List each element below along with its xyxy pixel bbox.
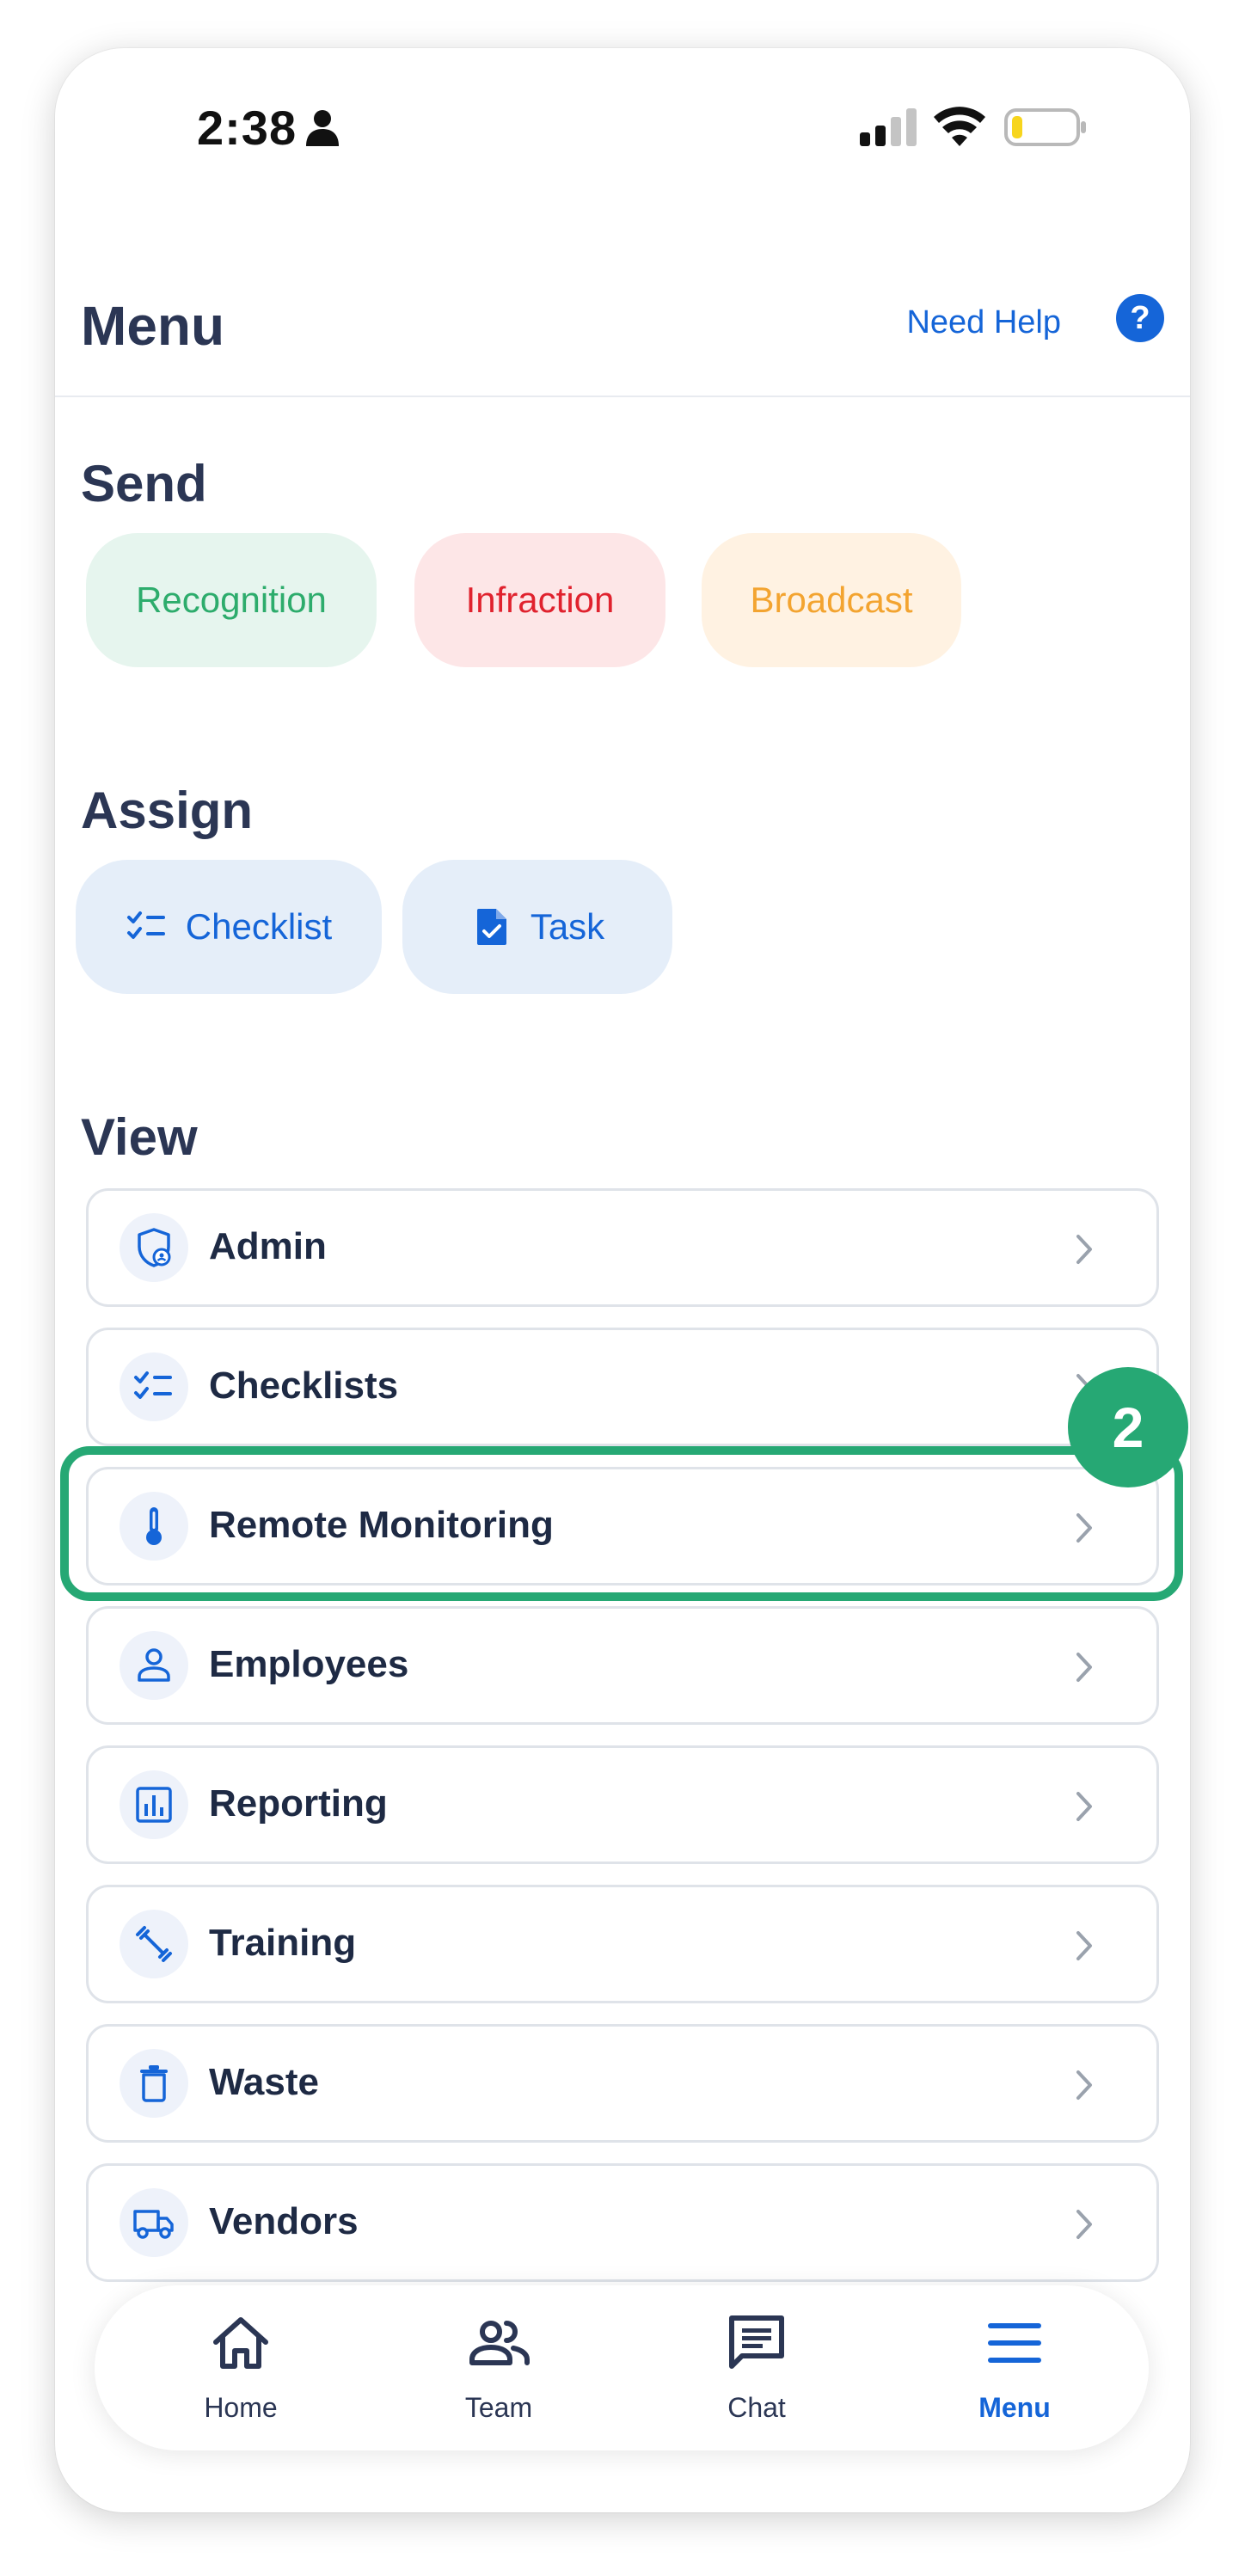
list-item-label: Checklists bbox=[209, 1365, 399, 1407]
checklist-icon bbox=[120, 1352, 188, 1421]
list-item-label: Employees bbox=[209, 1643, 409, 1685]
task-document-icon bbox=[476, 909, 506, 945]
chevron-right-icon bbox=[1076, 1235, 1092, 1264]
chat-icon bbox=[729, 2315, 784, 2369]
remote-monitoring-highlight bbox=[60, 1446, 1183, 1601]
dumbbell-icon bbox=[120, 1910, 188, 1978]
list-item-label: Waste bbox=[209, 2061, 319, 2103]
checklist-button[interactable]: Checklist bbox=[76, 860, 382, 994]
truck-icon bbox=[120, 2188, 188, 2257]
bottom-nav: Home Team Chat Menu bbox=[95, 2285, 1149, 2450]
team-icon bbox=[469, 2321, 530, 2365]
nav-team[interactable]: Team bbox=[387, 2285, 610, 2450]
broadcast-label: Broadcast bbox=[750, 580, 913, 620]
person-icon bbox=[120, 1631, 188, 1700]
menu-icon bbox=[988, 2323, 1041, 2363]
section-title-send: Send bbox=[81, 455, 207, 512]
list-item-admin[interactable]: Admin bbox=[86, 1188, 1159, 1307]
nav-home[interactable]: Home bbox=[129, 2285, 353, 2450]
nav-label: Chat bbox=[727, 2392, 786, 2423]
task-label: Task bbox=[530, 906, 605, 947]
bar-chart-icon bbox=[120, 1770, 188, 1839]
page-title: Menu bbox=[81, 295, 225, 357]
task-button[interactable]: Task bbox=[402, 860, 672, 994]
checklist-icon bbox=[126, 911, 165, 939]
list-item-label: Admin bbox=[209, 1225, 327, 1267]
list-item-reporting[interactable]: Reporting bbox=[86, 1745, 1159, 1864]
broadcast-button[interactable]: Broadcast bbox=[702, 533, 961, 667]
list-item-employees[interactable]: Employees bbox=[86, 1606, 1159, 1725]
list-item-label: Training bbox=[209, 1922, 357, 1964]
list-item-waste[interactable]: Waste bbox=[86, 2024, 1159, 2143]
nav-chat[interactable]: Chat bbox=[645, 2285, 868, 2450]
infraction-button[interactable]: Infraction bbox=[414, 533, 665, 667]
chevron-right-icon bbox=[1076, 1931, 1092, 1960]
chevron-right-icon bbox=[1076, 2210, 1092, 2239]
step-badge: 2 bbox=[1068, 1367, 1188, 1487]
list-item-label: Vendors bbox=[209, 2200, 359, 2242]
recognition-button[interactable]: Recognition bbox=[86, 533, 377, 667]
header: Menu Need Help ? bbox=[55, 246, 1190, 397]
need-help-link[interactable]: Need Help bbox=[906, 304, 1061, 341]
phone-screen: 2:38 Menu Need Help ? Send Recognition I… bbox=[55, 48, 1190, 2512]
battery-icon bbox=[1004, 108, 1086, 146]
list-item-vendors[interactable]: Vendors bbox=[86, 2163, 1159, 2282]
signal-icon bbox=[860, 108, 917, 146]
nav-label: Menu bbox=[978, 2392, 1051, 2423]
person-icon bbox=[306, 110, 339, 146]
section-title-view: View bbox=[81, 1108, 198, 1166]
home-icon bbox=[213, 2317, 268, 2369]
nav-label: Team bbox=[464, 2392, 533, 2423]
shield-user-icon bbox=[120, 1213, 188, 1282]
chevron-right-icon bbox=[1076, 2070, 1092, 2100]
trash-icon bbox=[120, 2049, 188, 2118]
list-item-training[interactable]: Training bbox=[86, 1885, 1159, 2003]
help-icon[interactable]: ? bbox=[1116, 294, 1164, 342]
checklist-label: Checklist bbox=[185, 906, 333, 947]
list-item-checklists[interactable]: Checklists bbox=[86, 1328, 1159, 1446]
nav-label: Home bbox=[204, 2392, 278, 2423]
recognition-label: Recognition bbox=[136, 580, 327, 620]
status-bar: 2:38 bbox=[55, 48, 1190, 220]
wifi-icon bbox=[934, 107, 985, 146]
nav-menu[interactable]: Menu bbox=[903, 2285, 1126, 2450]
list-item-label: Reporting bbox=[209, 1782, 388, 1825]
infraction-label: Infraction bbox=[465, 580, 615, 620]
section-title-assign: Assign bbox=[81, 782, 254, 839]
status-time: 2:38 bbox=[197, 101, 297, 155]
chevron-right-icon bbox=[1076, 1653, 1092, 1682]
chevron-right-icon bbox=[1076, 1792, 1092, 1821]
